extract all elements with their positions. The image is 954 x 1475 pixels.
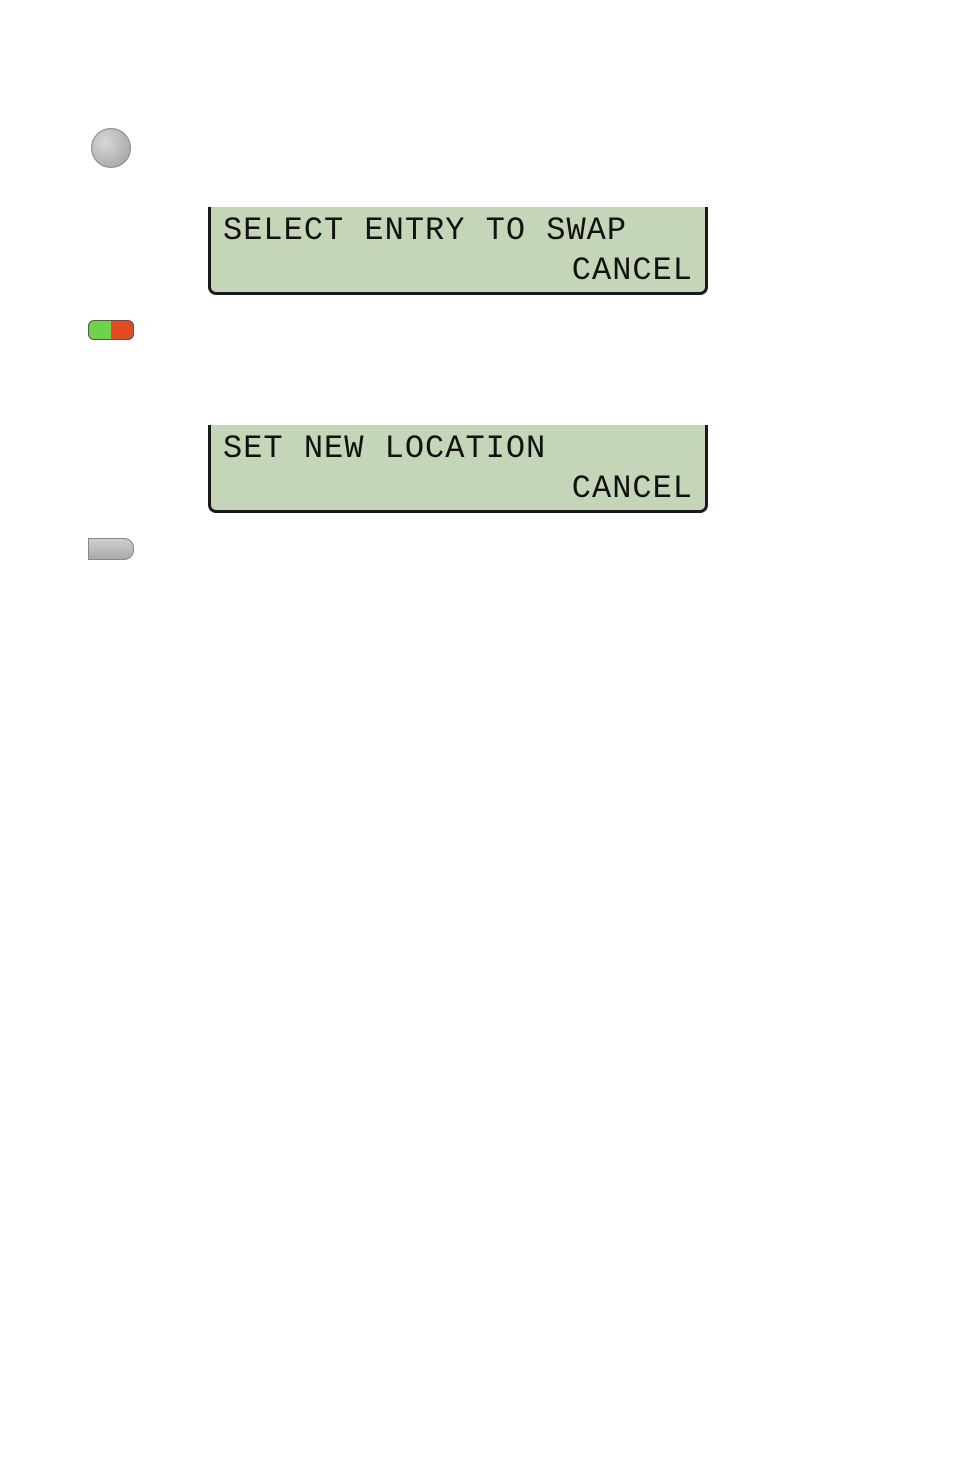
lcd-2-cancel[interactable]: CANCEL — [223, 469, 693, 509]
status-led-icon — [88, 320, 134, 340]
lcd-1-line-1: SELECT ENTRY TO SWAP — [223, 211, 693, 251]
side-button[interactable] — [88, 538, 134, 560]
lcd-display-1: SELECT ENTRY TO SWAP CANCEL — [208, 207, 708, 295]
lcd-display-2: SET NEW LOCATION CANCEL — [208, 425, 708, 513]
lcd-1-cancel[interactable]: CANCEL — [223, 251, 693, 291]
rotary-knob[interactable] — [91, 128, 131, 168]
lcd-2-line-1: SET NEW LOCATION — [223, 429, 693, 469]
